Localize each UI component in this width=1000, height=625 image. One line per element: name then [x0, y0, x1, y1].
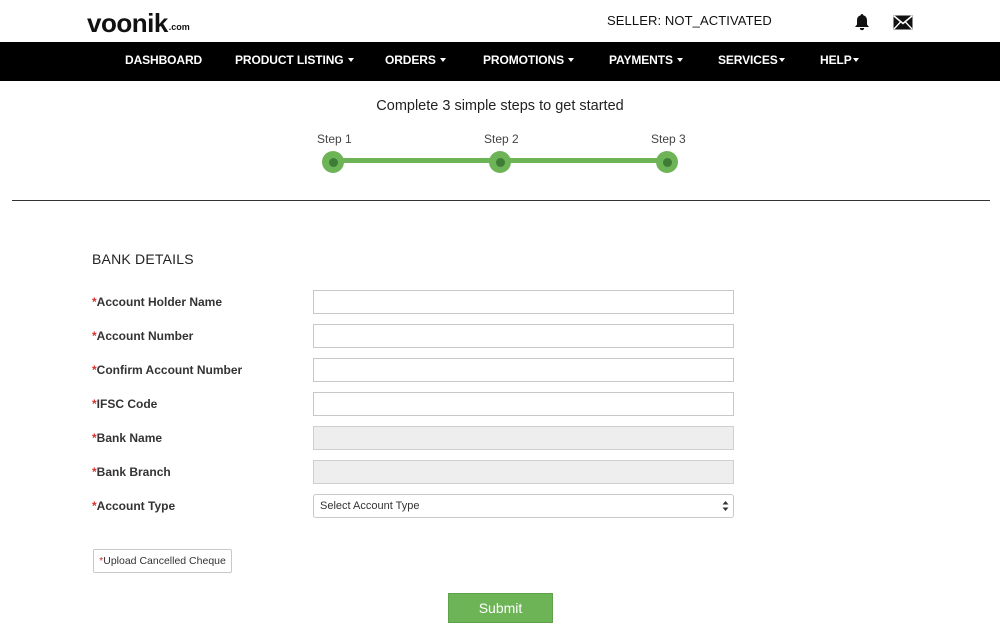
step-dot-3	[656, 151, 678, 173]
bank-name-input	[313, 426, 734, 450]
step-label-2: Step 2	[484, 132, 519, 146]
bank-branch-row: *Bank Branch	[92, 460, 734, 484]
field-label-text: Account Number	[96, 329, 194, 343]
account-number-input[interactable]	[313, 324, 734, 348]
ifsc-code-row: *IFSC Code	[92, 392, 734, 416]
account-holder-name-row: *Account Holder Name	[92, 290, 734, 314]
nav-help[interactable]: HELP	[820, 42, 859, 81]
bank-name-row: *Bank Name	[92, 426, 734, 450]
ifsc-code-label: *IFSC Code	[92, 397, 157, 411]
step-dot-center	[662, 157, 672, 167]
nav-payments[interactable]: PAYMENTS	[609, 42, 683, 81]
main-nav: DASHBOARD PRODUCT LISTING ORDERS PROMOTI…	[0, 42, 1000, 81]
field-label-text: Bank Branch	[96, 465, 171, 479]
caret-down-icon	[676, 57, 683, 62]
confirm-account-number-input[interactable]	[313, 358, 734, 382]
nav-orders[interactable]: ORDERS	[385, 42, 446, 81]
caret-down-icon	[347, 57, 354, 62]
select-arrows-icon	[722, 501, 729, 511]
section-divider	[12, 200, 990, 201]
step-dot-2	[489, 151, 511, 173]
step-label-3: Step 3	[651, 132, 686, 146]
step-dot-center	[328, 157, 338, 167]
bell-icon[interactable]	[852, 12, 872, 32]
account-number-label: *Account Number	[92, 329, 193, 343]
submit-button[interactable]: Submit	[448, 593, 553, 623]
mail-icon[interactable]	[893, 12, 913, 32]
nav-label: DASHBOARD	[125, 53, 203, 67]
account-number-row: *Account Number	[92, 324, 734, 348]
account-holder-name-label: *Account Holder Name	[92, 295, 222, 309]
nav-promotions[interactable]: PROMOTIONS	[483, 42, 575, 81]
logo-domain: .com	[168, 22, 190, 32]
upload-label: Upload Cancelled Cheque	[103, 555, 226, 567]
bank-branch-input	[313, 460, 734, 484]
nav-label: SERVICES	[718, 53, 778, 67]
nav-dashboard[interactable]: DASHBOARD	[125, 42, 202, 81]
confirm-account-number-row: *Confirm Account Number	[92, 358, 734, 382]
account-holder-name-input[interactable]	[313, 290, 734, 314]
confirm-account-number-label: *Confirm Account Number	[92, 363, 242, 377]
caret-down-icon	[439, 57, 446, 62]
nav-product-listing[interactable]: PRODUCT LISTING	[235, 42, 354, 81]
account-type-row: *Account Type Select Account Type	[92, 494, 734, 518]
bank-branch-label: *Bank Branch	[92, 465, 171, 479]
step-dot-1	[322, 151, 344, 173]
bank-details-title: BANK DETAILS	[92, 251, 194, 267]
logo-text: voonik	[87, 8, 168, 38]
nav-label: HELP	[820, 53, 852, 67]
nav-services[interactable]: SERVICES	[718, 42, 785, 81]
step-label-1: Step 1	[317, 132, 352, 146]
caret-down-icon	[778, 57, 785, 62]
account-type-selected: Select Account Type	[320, 500, 420, 512]
step-dot-center	[495, 157, 505, 167]
field-label-text: Confirm Account Number	[96, 363, 243, 377]
bank-name-label: *Bank Name	[92, 431, 162, 445]
caret-down-icon	[568, 57, 575, 62]
ifsc-code-input[interactable]	[313, 392, 734, 416]
caret-down-icon	[852, 57, 859, 62]
nav-label: ORDERS	[385, 53, 436, 67]
top-header: voonik .com SELLER: NOT_ACTIVATED	[0, 0, 1000, 42]
steps-title: Complete 3 simple steps to get started	[376, 98, 624, 114]
field-label-text: IFSC Code	[96, 397, 158, 411]
seller-status: SELLER: NOT_ACTIVATED	[607, 13, 772, 28]
field-label-text: Bank Name	[96, 431, 163, 445]
nav-label: PROMOTIONS	[483, 53, 565, 67]
nav-label: PRODUCT LISTING	[235, 53, 344, 67]
field-label-text: Account Type	[96, 499, 176, 513]
nav-label: PAYMENTS	[609, 53, 673, 67]
upload-cancelled-cheque-button[interactable]: *Upload Cancelled Cheque	[93, 549, 232, 573]
account-type-select[interactable]: Select Account Type	[313, 494, 734, 518]
field-label-text: Account Holder Name	[96, 295, 223, 309]
voonik-logo[interactable]: voonik .com	[87, 4, 190, 38]
account-type-label: *Account Type	[92, 499, 175, 513]
